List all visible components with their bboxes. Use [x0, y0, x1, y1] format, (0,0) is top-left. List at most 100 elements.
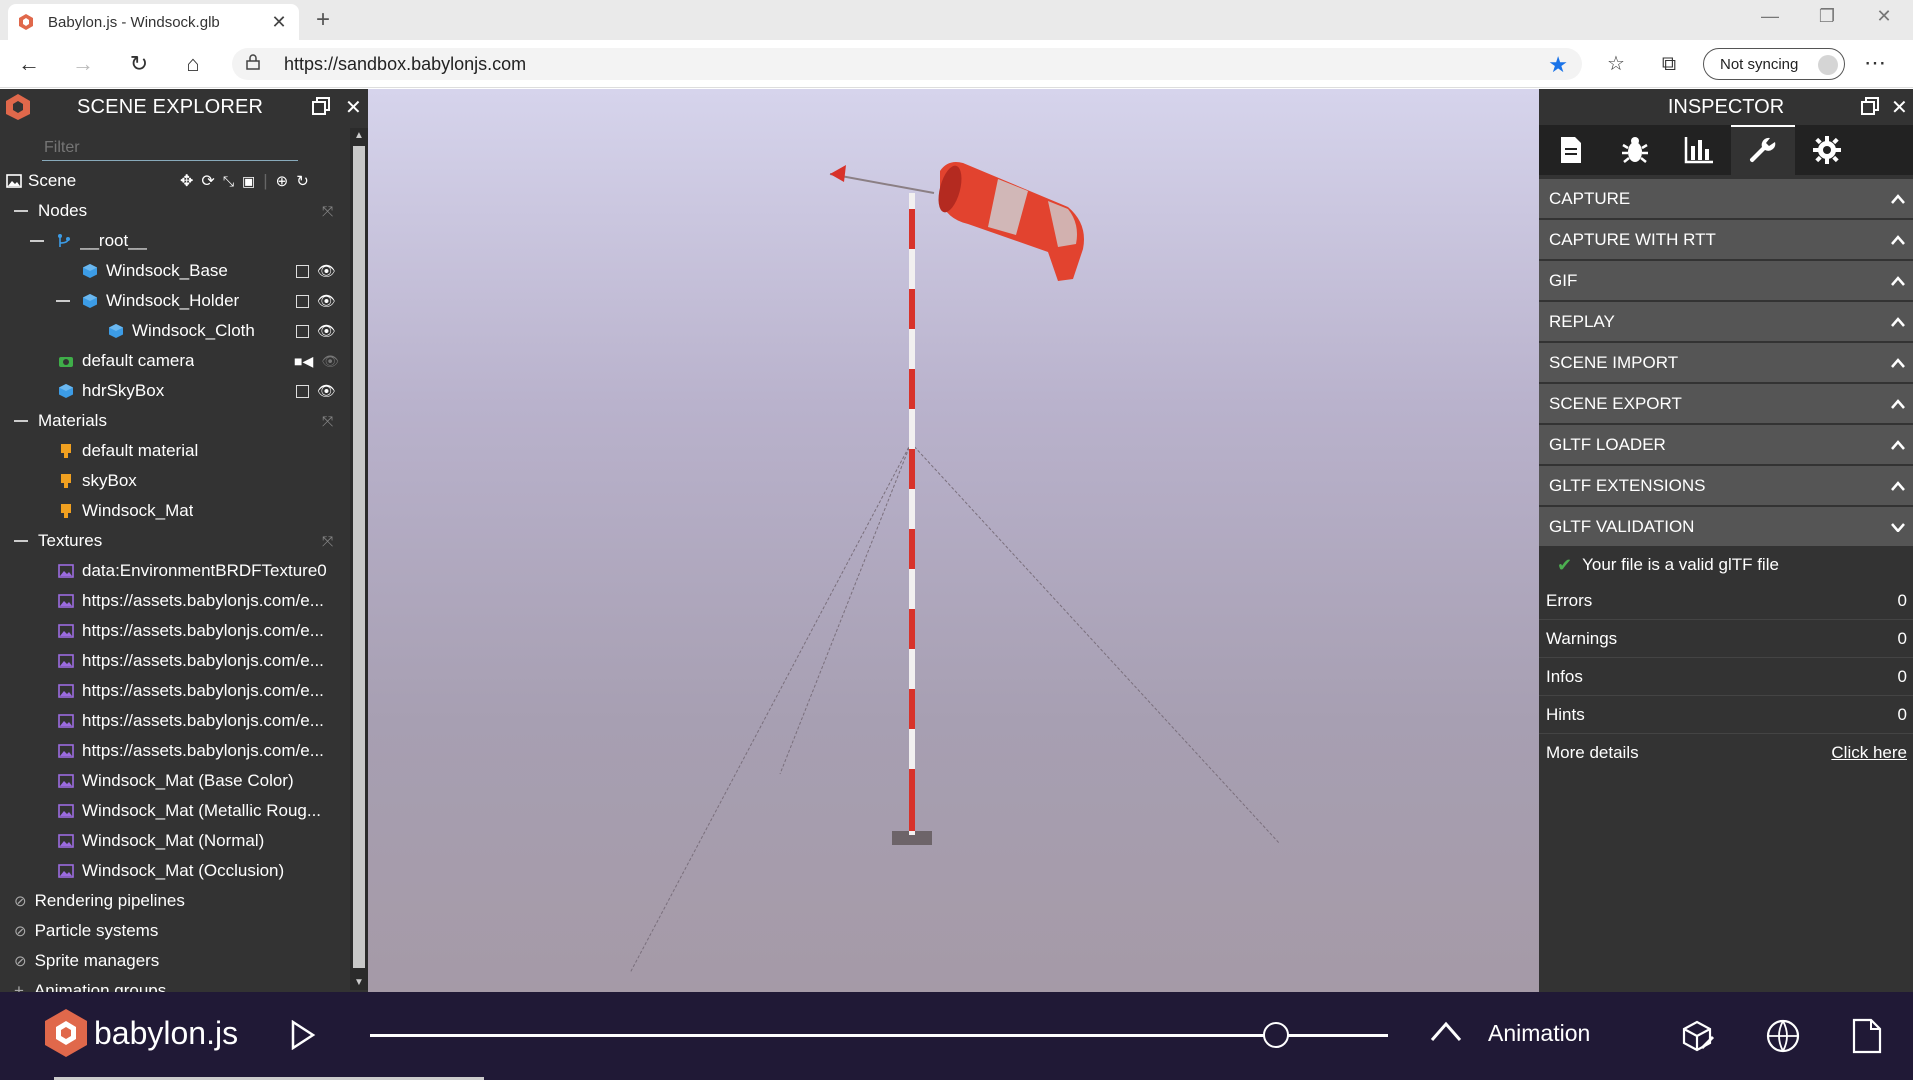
tab-statistics[interactable] — [1667, 125, 1731, 175]
tree-group-particle-systems[interactable]: ⊘ Particle systems — [0, 916, 348, 946]
collapse-icon[interactable] — [14, 540, 28, 542]
sync-button[interactable]: Not syncing — [1703, 48, 1845, 80]
section-scene-import[interactable]: SCENE IMPORT — [1539, 343, 1913, 382]
popout-icon[interactable] — [312, 97, 330, 120]
tree-item-root[interactable]: __root__ — [0, 226, 348, 256]
visibility-eye-icon[interactable]: 👁 — [317, 292, 336, 310]
minimize-icon[interactable]: — — [1755, 6, 1785, 27]
close-inspector-icon[interactable]: ✕ — [1891, 95, 1908, 120]
active-camera-icon[interactable]: ■◀ — [294, 353, 313, 370]
move-gizmo-icon[interactable]: ✥ — [180, 171, 193, 191]
scroll-up-arrow-icon[interactable]: ▲ — [350, 130, 368, 141]
tree-group-sprite-managers[interactable]: ⊘ Sprite managers — [0, 946, 348, 976]
tab-debug[interactable] — [1603, 125, 1667, 175]
tree-item-texture[interactable]: https://assets.babylonjs.com/e... — [0, 736, 348, 766]
close-explorer-icon[interactable]: ✕ — [345, 95, 362, 120]
animation-label[interactable]: Animation — [1488, 1020, 1590, 1047]
visibility-eye-icon[interactable]: 👁 — [317, 322, 336, 340]
section-gif[interactable]: GIF — [1539, 261, 1913, 300]
tree-group-nodes[interactable]: Nodes ⤧ — [0, 196, 348, 226]
explorer-scrollbar[interactable]: ▲ ▼ — [350, 128, 368, 990]
expand-plus-icon[interactable]: + — [14, 981, 24, 992]
tree-item-texture[interactable]: https://assets.babylonjs.com/e... — [0, 646, 348, 676]
back-icon[interactable]: ← — [14, 50, 44, 78]
section-capture-rtt[interactable]: CAPTURE WITH RTT — [1539, 220, 1913, 259]
scroll-down-arrow-icon[interactable]: ▼ — [350, 977, 368, 988]
new-tab-icon[interactable]: + — [310, 6, 336, 34]
scrollbar-thumb[interactable] — [353, 146, 365, 968]
restore-icon[interactable]: ❐ — [1812, 6, 1842, 27]
collections-icon[interactable]: ⧉ — [1654, 50, 1684, 78]
render-canvas[interactable] — [368, 89, 1539, 992]
bounding-box-checkbox[interactable] — [296, 294, 309, 308]
visibility-eye-icon[interactable]: 👁 — [317, 262, 336, 280]
environment-button[interactable] — [1765, 1018, 1801, 1059]
url-field[interactable]: https://sandbox.babylonjs.com ★ — [232, 48, 1582, 80]
tree-item-texture[interactable]: https://assets.babylonjs.com/e... — [0, 676, 348, 706]
more-options-icon[interactable]: ⋯ — [1864, 50, 1886, 76]
tree-item-texture[interactable]: Windsock_Mat (Normal) — [0, 826, 348, 856]
tree-group-animation-groups[interactable]: + Animation groups — [0, 976, 348, 992]
home-icon[interactable]: ⌂ — [178, 50, 208, 78]
filter-input[interactable] — [42, 135, 298, 161]
tree-item-texture[interactable]: https://assets.babylonjs.com/e... — [0, 616, 348, 646]
animation-menu-button[interactable] — [1430, 1020, 1462, 1047]
bounding-box-checkbox[interactable] — [296, 264, 309, 278]
scale-gizmo-icon[interactable]: ⤡ — [223, 173, 234, 190]
tree-item-mesh[interactable]: hdrSkyBox 👁 — [0, 376, 348, 406]
collapse-all-icon[interactable]: ⤧ — [322, 413, 333, 430]
section-capture[interactable]: CAPTURE — [1539, 179, 1913, 218]
scene-row[interactable]: Scene ✥ ⟳ ⤡ ▣ | ⊕ ↻ — [0, 166, 348, 196]
picking-icon[interactable]: ⊕ — [276, 172, 289, 190]
rotate-gizmo-icon[interactable]: ⟳ — [201, 171, 214, 191]
close-tab-icon[interactable]: ✕ — [269, 12, 289, 33]
section-gltf-extensions[interactable]: GLTF EXTENSIONS — [1539, 466, 1913, 505]
tree-item-mesh[interactable]: Windsock_Cloth 👁 — [0, 316, 348, 346]
section-gltf-loader[interactable]: GLTF LOADER — [1539, 425, 1913, 464]
tree-item-texture[interactable]: https://assets.babylonjs.com/e... — [0, 586, 348, 616]
inspector-toggle-button[interactable] — [1680, 1018, 1716, 1059]
section-replay[interactable]: REPLAY — [1539, 302, 1913, 341]
section-scene-export[interactable]: SCENE EXPORT — [1539, 384, 1913, 423]
tree-item-material[interactable]: Windsock_Mat — [0, 496, 348, 526]
visibility-eye-icon[interactable]: 👁 — [317, 382, 336, 400]
browser-tab[interactable]: Babylon.js - Windsock.glb ✕ — [8, 4, 299, 40]
tab-properties[interactable] — [1539, 125, 1603, 175]
tree-item-texture[interactable]: Windsock_Mat (Metallic Roug... — [0, 796, 348, 826]
bounding-box-checkbox[interactable] — [296, 384, 309, 398]
play-button[interactable] — [290, 1019, 316, 1055]
favorite-star-icon[interactable]: ★ — [1548, 52, 1568, 78]
tab-settings[interactable] — [1795, 125, 1859, 175]
collapse-icon[interactable] — [56, 300, 70, 302]
tree-group-textures[interactable]: Textures ⤧ — [0, 526, 348, 556]
refresh-scene-icon[interactable]: ↻ — [296, 172, 309, 190]
tree-item-texture[interactable]: https://assets.babylonjs.com/e... — [0, 706, 348, 736]
timeline-slider-knob[interactable] — [1263, 1022, 1290, 1048]
tree-item-material[interactable]: default material — [0, 436, 348, 466]
collapse-all-icon[interactable]: ⤧ — [322, 533, 333, 550]
tree-item-mesh[interactable]: Windsock_Holder 👁 — [0, 286, 348, 316]
tab-tools[interactable] — [1731, 125, 1795, 175]
animation-timeline[interactable] — [370, 1034, 1388, 1037]
collapse-icon[interactable] — [30, 240, 44, 242]
click-here-link[interactable]: Click here — [1831, 743, 1907, 763]
tree-item-texture[interactable]: data:EnvironmentBRDFTexture0 — [0, 556, 348, 586]
bounding-box-checkbox[interactable] — [296, 324, 309, 338]
tree-group-materials[interactable]: Materials ⤧ — [0, 406, 348, 436]
tree-item-material[interactable]: skyBox — [0, 466, 348, 496]
bounding-box-icon[interactable]: ▣ — [242, 173, 255, 190]
refresh-icon[interactable]: ↻ — [124, 50, 154, 78]
open-file-button[interactable] — [1851, 1018, 1883, 1059]
tree-item-texture[interactable]: Windsock_Mat (Base Color) — [0, 766, 348, 796]
collapse-all-icon[interactable]: ⤧ — [322, 203, 333, 220]
section-gltf-validation[interactable]: GLTF VALIDATION — [1539, 507, 1913, 546]
tree-item-camera[interactable]: default camera ■◀ 👁 — [0, 346, 348, 376]
collapse-icon[interactable] — [14, 210, 28, 212]
favorites-icon[interactable]: ☆ — [1601, 50, 1631, 78]
close-window-icon[interactable]: ✕ — [1869, 6, 1899, 27]
babylon-brand[interactable]: babylon.js — [44, 1008, 238, 1058]
popout-icon[interactable] — [1861, 97, 1879, 120]
forward-icon[interactable]: → — [68, 50, 98, 78]
tree-group-rendering-pipelines[interactable]: ⊘ Rendering pipelines — [0, 886, 348, 916]
tree-item-mesh[interactable]: Windsock_Base 👁 — [0, 256, 348, 286]
